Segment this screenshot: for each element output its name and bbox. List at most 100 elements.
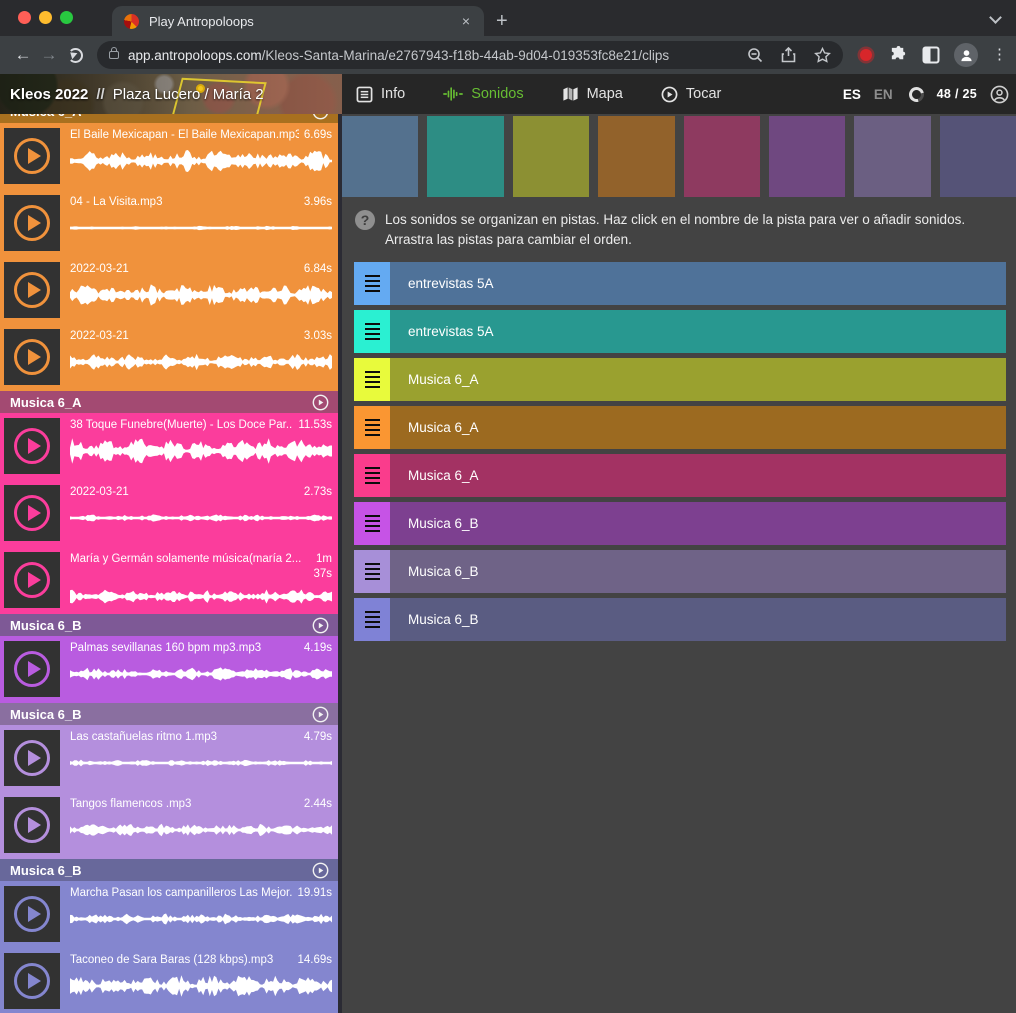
reload-icon[interactable] [68,48,83,63]
waveform [70,904,332,934]
track-row[interactable]: entrevistas 5A [354,310,1006,353]
clip-duration: 14.69s [297,953,332,968]
back-button[interactable]: ← [10,45,36,65]
clip-row[interactable]: 2022-03-216.84s [0,257,338,324]
account-icon[interactable] [990,85,1009,104]
clip-play-button[interactable] [4,641,60,697]
browser-tab[interactable]: Play Antropoloops × [112,6,484,36]
clip-play-button[interactable] [4,262,60,318]
section-play-icon[interactable] [312,394,329,411]
section-play-icon[interactable] [312,862,329,879]
clip-play-button[interactable] [4,730,60,786]
track-name-button[interactable]: Musica 6_A [390,358,1006,401]
clip-play-button[interactable] [4,485,60,541]
zoom-icon[interactable] [747,47,763,63]
track-name-button[interactable]: Musica 6_A [390,406,1006,449]
clip-row[interactable]: María y Germán solamente música(maría 2.… [0,547,338,614]
tab-tocar[interactable]: Tocar [661,86,721,103]
clip-row[interactable]: 2022-03-212.73s [0,480,338,547]
section-header[interactable]: Musica 6_B [0,614,338,636]
waveform [70,213,332,243]
drag-handle-icon [365,386,380,389]
lang-en-button[interactable]: EN [874,87,893,102]
track-row[interactable]: Musica 6_B [354,598,1006,641]
clip-play-button[interactable] [4,797,60,853]
clip-row[interactable]: Marcha Pasan los campanilleros Las Mejor… [0,881,338,948]
section-play-icon[interactable] [312,706,329,723]
track-name-button[interactable]: Musica 6_B [390,598,1006,641]
track-drag-handle[interactable] [354,358,390,401]
clip-play-button[interactable] [4,195,60,251]
section-header[interactable]: Musica 6_B [0,703,338,725]
breadcrumb-project[interactable]: Kleos 2022 [10,86,88,103]
track-drag-handle[interactable] [354,454,390,497]
clip-row[interactable]: Taconeo de Sara Baras (128 kbps).mp314.6… [0,948,338,1013]
track-row[interactable]: entrevistas 5A [354,262,1006,305]
track-name-button[interactable]: Musica 6_A [390,454,1006,497]
tab-search-chevron-icon[interactable] [989,11,1002,24]
track-drag-handle[interactable] [354,262,390,305]
section-clips: Las castañuelas ritmo 1.mp34.79sTangos f… [0,725,338,859]
bookmark-star-icon[interactable] [814,47,831,63]
breadcrumb[interactable]: Kleos 2022 // Plaza Lucero / María 2 [0,74,342,114]
track-name-button[interactable]: entrevistas 5A [390,262,1006,305]
track-drag-handle[interactable] [354,502,390,545]
section-play-icon[interactable] [312,114,329,120]
track-row[interactable]: Musica 6_A [354,454,1006,497]
clip-row[interactable]: Palmas sevillanas 160 bpm mp3.mp34.19s [0,636,338,703]
side-panel-icon[interactable] [922,46,940,64]
clip-header: 38 Toque Funebre(Muerte) - Los Doce Par.… [70,418,332,433]
address-bar[interactable]: app.antropoloops.com/Kleos-Santa-Marina/… [97,41,843,69]
track-row[interactable]: Musica 6_B [354,502,1006,545]
new-tab-button[interactable]: + [496,11,508,31]
tab-close-icon[interactable]: × [460,13,472,29]
tab-mapa[interactable]: Mapa [562,86,623,102]
window-zoom-button[interactable] [60,11,73,24]
browser-menu-icon[interactable]: ⋮ [992,53,1006,57]
track-name-button[interactable]: Musica 6_B [390,502,1006,545]
clip-name: Las castañuelas ritmo 1.mp3 [70,730,299,745]
forward-button[interactable]: → [36,45,62,65]
track-drag-handle[interactable] [354,310,390,353]
extensions-puzzle-icon[interactable] [889,46,908,65]
play-icon [14,138,50,174]
clip-row[interactable]: 38 Toque Funebre(Muerte) - Los Doce Par.… [0,413,338,480]
main-nav: Info Sonidos Mapa Tocar [356,86,721,103]
track-name-button[interactable]: entrevistas 5A [390,310,1006,353]
clip-play-button[interactable] [4,329,60,385]
tab-info[interactable]: Info [356,86,405,103]
clip-play-button[interactable] [4,418,60,474]
window-close-button[interactable] [18,11,31,24]
url-text[interactable]: app.antropoloops.com/Kleos-Santa-Marina/… [128,48,735,63]
profile-avatar[interactable] [954,43,978,67]
track-drag-handle[interactable] [354,598,390,641]
section-header[interactable]: Musica 6_A [0,391,338,413]
play-triangle-icon [28,750,41,766]
section-play-icon[interactable] [312,617,329,634]
clip-row[interactable]: El Baile Mexicapan - El Baile Mexicapan.… [0,123,338,190]
track-row[interactable]: Musica 6_A [354,406,1006,449]
track-row[interactable]: Musica 6_B [354,550,1006,593]
track-label: entrevistas 5A [408,324,494,339]
lang-es-button[interactable]: ES [843,87,861,102]
track-name-button[interactable]: Musica 6_B [390,550,1006,593]
clip-row[interactable]: Las castañuelas ritmo 1.mp34.79s [0,725,338,792]
track-row[interactable]: Musica 6_A [354,358,1006,401]
clip-play-button[interactable] [4,953,60,1009]
recording-extension-icon[interactable] [860,49,872,61]
clip-play-button[interactable] [4,552,60,608]
window-minimize-button[interactable] [39,11,52,24]
share-icon[interactable] [781,47,796,63]
clip-row[interactable]: Tangos flamencos .mp32.44s [0,792,338,859]
clip-play-button[interactable] [4,128,60,184]
track-drag-handle[interactable] [354,550,390,593]
tab-sonidos[interactable]: Sonidos [443,86,523,102]
track-drag-handle[interactable] [354,406,390,449]
lock-icon[interactable] [109,51,119,59]
section-header[interactable]: Musica 6_A [0,114,338,123]
drag-handle-icon [365,280,380,283]
clip-play-button[interactable] [4,886,60,942]
section-header[interactable]: Musica 6_B [0,859,338,881]
clip-row[interactable]: 2022-03-213.03s [0,324,338,391]
clip-row[interactable]: 04 - La Visita.mp33.96s [0,190,338,257]
